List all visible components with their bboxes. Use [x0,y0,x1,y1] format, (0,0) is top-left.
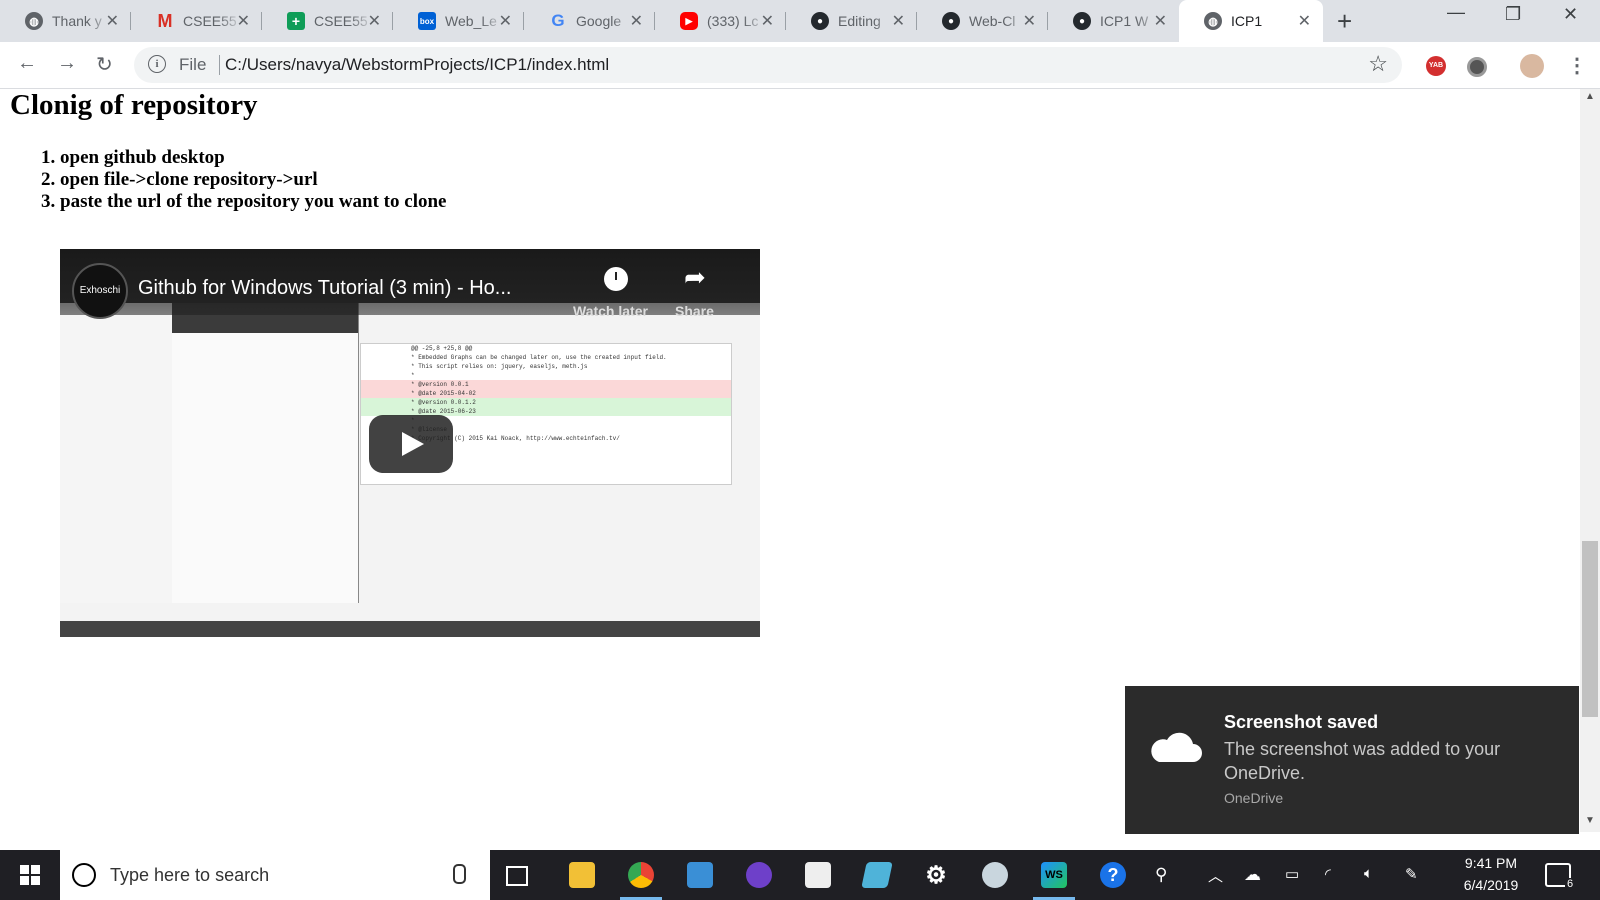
onedrive-tray-icon[interactable]: ☁ [1244,865,1261,885]
youtube-embed[interactable]: @@ -25,8 +25,8 @@ * Embedded Graphs can … [60,249,760,637]
close-tab-icon[interactable]: ✕ [106,11,119,31]
clock-date[interactable]: 6/4/2019 [1456,877,1526,893]
tray-chevron-up-icon[interactable]: ︿ [1208,865,1223,886]
chrome-icon[interactable] [628,862,654,888]
snipping-tool-icon[interactable] [982,862,1008,888]
address-bar[interactable]: i File C:/Users/navya/WebstormProjects/I… [134,47,1402,83]
toast-title: Screenshot saved [1224,712,1379,732]
globe-icon: ◍ [25,12,43,30]
sheets-icon: + [287,12,305,30]
address-scheme: File [179,55,207,74]
microphone-icon[interactable] [453,864,466,884]
close-tab-icon[interactable]: ✕ [1154,11,1167,31]
tab-youtube[interactable]: ▶ (333) Lc ✕ [655,0,786,42]
channel-avatar[interactable]: Exhoschi [72,263,128,319]
close-tab-icon[interactable]: ✕ [892,11,905,31]
close-tab-icon[interactable]: ✕ [761,11,774,31]
page-scrollbar[interactable]: ▲ ▼ [1580,89,1600,832]
settings-gear-icon[interactable]: ⚙ [923,862,949,889]
google-icon: G [551,11,565,30]
browser-toolbar: ← → ↻ i File C:/Users/navya/WebstormProj… [0,42,1600,89]
steps-list: open github desktop open file->clone rep… [0,147,446,213]
extension-circle-icon[interactable] [1467,57,1487,77]
close-tab-icon[interactable]: ✕ [368,11,381,31]
share-icon[interactable]: ➦ [684,263,706,293]
watch-later-label[interactable]: Watch later [573,303,648,319]
file-explorer-icon[interactable] [569,862,595,888]
tab-github-icp1[interactable]: ● ICP1 W ✕ [1048,0,1179,42]
photos-icon[interactable] [805,862,831,888]
tab-gmail[interactable]: M CSEE55 ✕ [131,0,262,42]
github-icon: ● [1073,12,1091,30]
reload-button[interactable]: ↻ [96,52,113,77]
onedrive-toast[interactable]: Screenshot saved The screenshot was adde… [1125,686,1579,834]
profile-avatar[interactable] [1520,54,1544,78]
box-icon: box [418,12,436,30]
back-button[interactable]: ← [17,52,37,75]
volume-icon[interactable]: 🔈︎ [1364,865,1373,882]
control-panel-icon[interactable] [687,862,713,888]
start-button-windows-icon[interactable] [20,865,40,885]
tab-google[interactable]: G Google ✕ [524,0,655,42]
close-window-button[interactable]: ✕ [1563,4,1578,25]
info-icon[interactable]: i [148,55,166,73]
help-icon[interactable]: ? [1100,862,1126,888]
menu-kebab-icon[interactable]: ⋮ [1567,53,1587,78]
new-tab-button[interactable]: + [1337,6,1352,37]
extension-yab-icon[interactable]: YAB [1426,56,1446,76]
tab-icp1-active[interactable]: ◍ ICP1 ✕ [1179,0,1323,42]
scroll-down-arrow-icon[interactable]: ▼ [1585,815,1595,826]
play-button[interactable] [369,415,453,473]
video-title[interactable]: Github for Windows Tutorial (3 min) - Ho… [138,277,511,300]
toast-source: OneDrive [1224,790,1284,806]
tab-strip: ◍ Thank y ✕ M CSEE55 ✕ + CSEE55 ✕ box We… [0,0,1600,42]
sticky-app-icon[interactable] [861,862,893,888]
minimize-button[interactable]: — [1447,2,1465,23]
github-icon: ● [942,12,960,30]
step-item: open github desktop [60,147,446,169]
taskbar-search-box[interactable]: Type here to search [60,850,490,900]
gmail-icon: M [157,10,173,31]
github-desktop-icon[interactable] [746,862,772,888]
clock-time[interactable]: 9:41 PM [1460,855,1522,871]
tab-box[interactable]: box Web_Le ✕ [393,0,524,42]
close-tab-icon[interactable]: ✕ [499,11,512,31]
cortana-icon [72,863,96,887]
watch-later-icon[interactable] [604,267,628,291]
bookmark-star-icon[interactable]: ☆ [1368,51,1388,77]
toast-body: The screenshot was added to your OneDriv… [1224,739,1501,783]
share-label[interactable]: Share [675,303,714,319]
address-url[interactable]: C:/Users/navya/WebstormProjects/ICP1/ind… [225,55,609,75]
close-tab-icon[interactable]: ✕ [1298,11,1311,31]
wifi-icon[interactable]: ◜ [1325,865,1331,883]
close-tab-icon[interactable]: ✕ [630,11,643,31]
task-view-icon[interactable] [506,866,528,886]
battery-icon[interactable]: ▭ [1285,865,1299,883]
taskbar: Type here to search ⚙ WS ? ⚲ ︿ ☁ ▭ ◜ 🔈︎ … [0,850,1600,900]
pen-icon[interactable]: ✎ [1405,865,1418,883]
search-placeholder: Type here to search [110,865,270,885]
onedrive-cloud-icon [1151,732,1202,762]
tab-thank-you[interactable]: ◍ Thank y ✕ [0,0,131,42]
tab-sheets[interactable]: + CSEE55 ✕ [262,0,393,42]
scroll-thumb[interactable] [1582,541,1598,717]
scroll-up-arrow-icon[interactable]: ▲ [1585,91,1595,102]
close-tab-icon[interactable]: ✕ [237,11,250,31]
notification-count-badge: 6 [1565,878,1576,890]
restore-button[interactable]: ❐ [1505,4,1521,25]
people-icon[interactable]: ⚲ [1155,865,1167,885]
forward-button[interactable]: → [57,52,77,75]
globe-icon: ◍ [1204,12,1222,30]
youtube-icon: ▶ [680,12,698,30]
tab-github-web-cl[interactable]: ● Web-Cl ✕ [917,0,1048,42]
close-tab-icon[interactable]: ✕ [1023,11,1036,31]
page-heading: Clonig of repository [10,89,258,121]
step-item: open file->clone repository->url [60,169,446,191]
webstorm-icon[interactable]: WS [1041,862,1067,888]
step-item: paste the url of the repository you want… [60,191,446,213]
tab-github-editing[interactable]: ● Editing ✕ [786,0,917,42]
github-icon: ● [811,12,829,30]
